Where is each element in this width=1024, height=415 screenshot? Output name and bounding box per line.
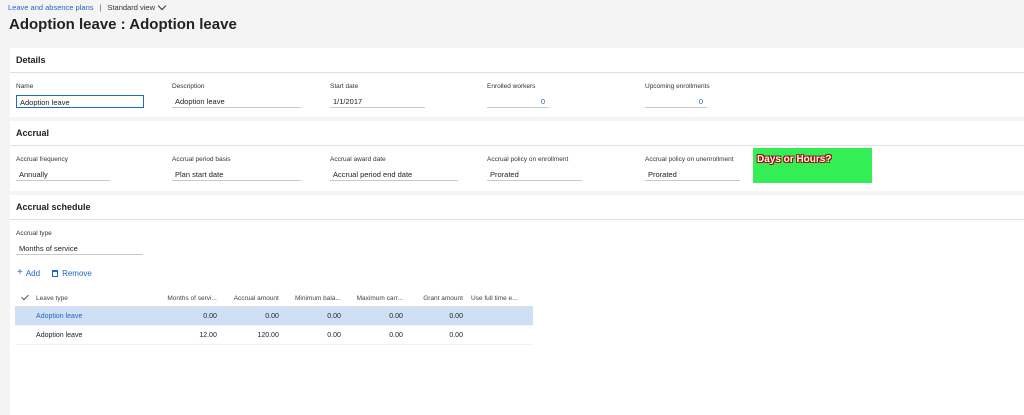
accrual-award-date-select[interactable]: Accrual period end date [330,168,458,181]
start-date-field: Start date 1/1/2017 [330,83,425,108]
upcoming-enrollments-value[interactable]: 0 [645,95,707,108]
name-input[interactable]: Adoption leave [16,95,144,108]
table-row[interactable]: Adoption leave 0.00 0.00 0.00 0.00 0.00 [15,307,533,326]
accrual-award-date-label: Accrual award date [330,156,386,163]
cell-months-of-service[interactable]: 0.00 [160,313,220,320]
cell-leave-type[interactable]: Adoption leave [34,332,160,339]
chevron-down-icon [157,1,167,11]
accrual-type-select[interactable]: Months of service [16,242,143,255]
add-button[interactable]: + Add [17,268,40,278]
cell-months-of-service[interactable]: 12.00 [160,332,220,339]
description-label: Description [172,83,205,90]
accrual-policy-unenrollment-select[interactable]: Prorated [645,168,740,181]
trash-icon [52,269,59,277]
accrual-header[interactable]: Accrual [10,121,1024,146]
col-months-of-service[interactable]: Months of servi... [160,295,220,302]
add-button-label: Add [25,268,41,278]
accrual-policy-enrollment-field: Accrual policy on enrollment Prorated [487,156,582,181]
col-use-full-time-equivalency[interactable]: Use full time e... [466,295,533,302]
breadcrumb: Leave and absence plans | Standard view [8,1,167,12]
cell-accrual-amount[interactable]: 0.00 [220,313,282,320]
col-maximum-carryover[interactable]: Maximum carr... [344,295,406,302]
col-grant-amount[interactable]: Grant amount [406,295,466,302]
accrual-schedule-header[interactable]: Accrual schedule [10,195,1024,220]
col-leave-type[interactable]: Leave type [34,295,160,302]
col-accrual-amount[interactable]: Accrual amount [220,295,282,302]
accrual-policy-unenrollment-label: Accrual policy on unenrollment [645,156,734,163]
accrual-period-basis-select[interactable]: Plan start date [172,168,301,181]
upcoming-enrollments-field: Upcoming enrollments 0 [645,83,710,108]
accrual-policy-enrollment-select[interactable]: Prorated [487,168,582,181]
description-field: Description Adoption leave [172,83,301,108]
accrual-type-field: Accrual type Months of service [16,230,143,255]
accrual-award-date-field: Accrual award date Accrual period end da… [330,156,458,181]
view-selector-label: Standard view [107,3,155,12]
days-or-hours-callout: Days or Hours? [753,148,872,183]
page-title: Adoption leave : Adoption leave [9,16,237,33]
view-selector[interactable]: Standard view [107,1,167,12]
breadcrumb-link-leave-plans[interactable]: Leave and absence plans [8,3,94,12]
cell-grant-amount[interactable]: 0.00 [406,313,466,320]
cell-maximum-carryover[interactable]: 0.00 [344,313,406,320]
cell-maximum-carryover[interactable]: 0.00 [344,332,406,339]
accrual-policy-enrollment-label: Accrual policy on enrollment [487,156,569,163]
accrual-frequency-label: Accrual frequency [16,156,69,163]
cell-accrual-amount[interactable]: 120.00 [220,332,282,339]
breadcrumb-separator: | [99,3,102,12]
details-header[interactable]: Details [10,48,1024,73]
table-row[interactable]: Adoption leave 12.00 120.00 0.00 0.00 0.… [15,326,533,345]
start-date-input[interactable]: 1/1/2017 [330,95,425,108]
name-label: Name [16,83,34,90]
accrual-period-basis-field: Accrual period basis Plan start date [172,156,301,181]
enrolled-workers-field: Enrolled workers 0 [487,83,549,108]
description-input[interactable]: Adoption leave [172,95,301,108]
cell-minimum-balance[interactable]: 0.00 [282,313,344,320]
enrolled-workers-label: Enrolled workers [487,83,536,90]
cell-minimum-balance[interactable]: 0.00 [282,332,344,339]
plus-icon: + [17,267,23,278]
accrual-policy-unenrollment-field: Accrual policy on unenrollment Prorated [645,156,740,181]
grid-header-row: Leave type Months of servi... Accrual am… [15,290,533,307]
cell-leave-type[interactable]: Adoption leave [34,313,160,320]
name-field: Name Adoption leave [16,83,144,108]
accrual-period-basis-label: Accrual period basis [172,156,231,163]
accrual-type-label: Accrual type [16,230,52,237]
cell-grant-amount[interactable]: 0.00 [406,332,466,339]
col-minimum-balance[interactable]: Minimum bala... [282,295,344,302]
checkmark-icon [20,292,29,300]
accrual-frequency-select[interactable]: Annually [16,168,110,181]
select-all-checkbox[interactable] [15,292,34,302]
enrolled-workers-value[interactable]: 0 [487,95,549,108]
schedule-toolbar: + Add Remove [17,268,104,278]
remove-button-label: Remove [62,268,92,278]
remove-button[interactable]: Remove [52,269,92,278]
upcoming-enrollments-label: Upcoming enrollments [645,83,710,90]
accrual-schedule-grid: Leave type Months of servi... Accrual am… [15,290,533,345]
accrual-frequency-field: Accrual frequency Annually [16,156,110,181]
start-date-label: Start date [330,83,359,90]
details-section: Details Name Adoption leave Description … [10,48,1024,117]
